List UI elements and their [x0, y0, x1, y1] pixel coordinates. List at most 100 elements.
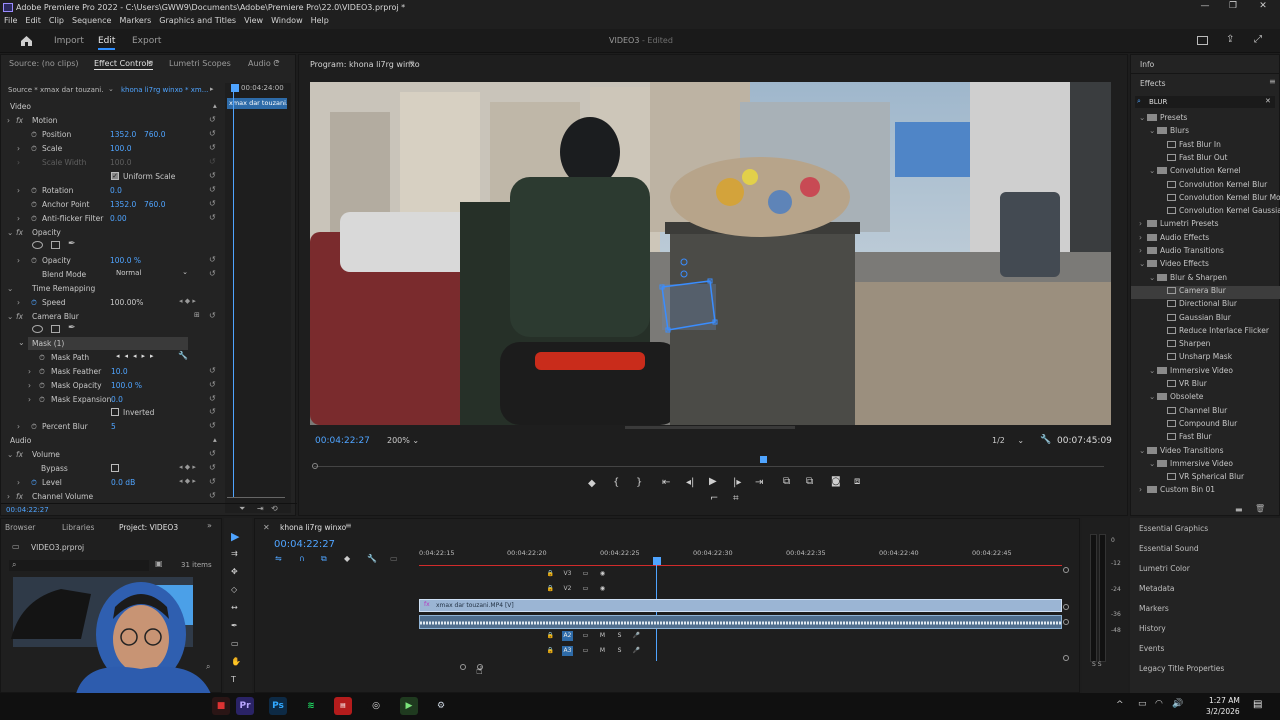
anchor-y-value[interactable]: 760.0 [144, 200, 165, 209]
solo-icon[interactable]: S [614, 631, 625, 641]
effects-tree-item[interactable]: Sharpen [1131, 339, 1280, 352]
lock-icon[interactable]: 🔒 [545, 569, 556, 579]
timeline-settings-icon[interactable]: 🔧 [367, 554, 377, 563]
program-timecode[interactable]: 00:04:22:27 [315, 436, 370, 446]
level-twirl[interactable]: › [17, 478, 20, 487]
mask-twirl[interactable]: ⌄ [18, 338, 25, 347]
mask-path-overlay[interactable] [310, 82, 1111, 425]
effects-tree-item[interactable]: ⌄ Blurs [1131, 126, 1280, 139]
lock-icon[interactable]: 🔒 [545, 646, 556, 656]
home-icon[interactable] [20, 35, 33, 47]
tray-expand-icon[interactable]: ^ [1116, 700, 1124, 710]
sequence-clip-label[interactable]: khona li7rg winxo * xm... [121, 86, 208, 94]
twirl-icon[interactable]: ⌄ [1139, 259, 1147, 268]
premiere-taskbar-icon[interactable]: Pr [236, 697, 254, 715]
add-marker-timeline-icon[interactable]: ◆ [344, 554, 350, 563]
minimize-icon[interactable]: — [1190, 1, 1220, 14]
effects-tree-item[interactable]: Compound Blur [1131, 419, 1280, 432]
effects-tree-item[interactable]: ⌄ Immersive Video [1131, 366, 1280, 379]
type-tool-icon[interactable]: T [231, 675, 236, 684]
steam-taskbar-icon[interactable]: ⚙ [432, 697, 450, 715]
solo-icon[interactable]: S [614, 646, 625, 656]
rect-mask-icon[interactable] [51, 325, 60, 333]
panel-layout-icon[interactable] [1197, 36, 1208, 45]
taskbar-date[interactable]: 3/2/2026 [1206, 707, 1240, 716]
effects-tree-item[interactable]: ⌄ Immersive Video [1131, 459, 1280, 472]
effects-tree-item[interactable]: Camera Blur [1131, 285, 1280, 299]
time-remap-label[interactable]: Time Remapping [32, 284, 95, 293]
play-icon[interactable]: ▶ [709, 476, 717, 487]
mask-opacity-value[interactable]: 100.0 % [111, 381, 142, 390]
panel-events[interactable]: Events [1139, 644, 1164, 653]
panel-lumetri-color[interactable]: Lumetri Color [1139, 564, 1190, 573]
ec-audio-collapse-icon[interactable]: ▴ [213, 435, 217, 444]
mask-opacity-stopwatch-icon[interactable]: ⏱ [39, 381, 45, 391]
ripple-edit-tool-icon[interactable]: ✥ [231, 567, 238, 576]
pen-tool-icon[interactable]: ✒ [231, 621, 238, 630]
menu-markers[interactable]: Markers [115, 15, 155, 26]
level-value[interactable]: 0.0 dB [111, 478, 135, 487]
effects-tree-item[interactable]: ⌄ Video Effects [1131, 259, 1280, 272]
go-to-out-icon[interactable]: ⇥ [755, 477, 763, 488]
track-end-handle[interactable] [1063, 604, 1069, 610]
effects-tree-item[interactable]: Fast Blur In [1131, 140, 1280, 153]
twirl-icon[interactable]: › [1139, 485, 1147, 494]
twirl-icon[interactable]: › [1139, 246, 1147, 255]
ec-motion-twirl[interactable]: › [7, 116, 10, 125]
reset-level-icon[interactable]: ↺ [209, 477, 216, 486]
export-frame-icon[interactable]: ◙ [831, 476, 841, 487]
program-scroll-bar[interactable] [625, 426, 795, 429]
trim-icon[interactable]: ⌐ [710, 493, 718, 504]
volume-label[interactable]: Volume [32, 450, 60, 459]
mask-expansion-stopwatch-icon[interactable]: ⏱ [39, 395, 45, 405]
mask-opacity-twirl[interactable]: › [28, 381, 31, 390]
panel-metadata[interactable]: Metadata [1139, 584, 1175, 593]
twirl-icon[interactable]: ⌄ [1139, 113, 1147, 122]
effects-tree-item[interactable]: ⌄ Presets [1131, 113, 1280, 126]
eye-icon[interactable]: ◉ [597, 569, 608, 579]
panel-menu-icon[interactable]: ≡ [147, 58, 154, 67]
sync-lock-icon[interactable]: ▭ [580, 646, 591, 656]
taskbar-app-icon[interactable]: ■ [212, 697, 230, 715]
timeline-zoom-left-handle[interactable] [460, 664, 466, 670]
rotation-stopwatch-icon[interactable]: ⏱ [31, 186, 37, 196]
reset-mask-opacity-icon[interactable]: ↺ [209, 380, 216, 389]
spotify-taskbar-icon[interactable]: ≋ [302, 697, 320, 715]
speed-value[interactable]: 100.00% [110, 298, 143, 307]
reset-anchor-icon[interactable]: ↺ [209, 199, 216, 208]
source-clip-label[interactable]: Source * xmax dar touzani. [8, 86, 103, 94]
effects-tree-item[interactable]: ⌄ Convolution Kernel [1131, 166, 1280, 179]
wifi-icon[interactable]: ◠ [1155, 699, 1163, 709]
reset-blend-icon[interactable]: ↺ [209, 269, 216, 278]
reset-uniform-icon[interactable]: ↺ [209, 171, 216, 180]
quality-dropdown[interactable]: 1/2 ⌄ [992, 436, 1024, 445]
inverted-checkbox[interactable] [111, 408, 119, 416]
timeline-tab[interactable]: khona li7rg winxo [280, 523, 346, 532]
clear-search-icon[interactable]: ✕ [1265, 97, 1271, 105]
percent-blur-stopwatch-icon[interactable]: ⏱ [31, 422, 37, 432]
percent-blur-twirl[interactable]: › [17, 422, 20, 431]
mark-in-icon[interactable]: { [613, 477, 619, 488]
lock-icon[interactable]: 🔒 [545, 584, 556, 594]
effects-tree-item[interactable]: › Audio Effects [1131, 233, 1280, 246]
keyframe-nav-icon[interactable]: ◂ ◆ ▸ [179, 297, 196, 305]
scale-stopwatch-icon[interactable]: ⏱ [31, 144, 37, 154]
effects-tree-item[interactable]: ⌄ Blur & Sharpen [1131, 273, 1280, 286]
mask-track-controls[interactable]: ◂◂◂▸▸ [116, 352, 159, 360]
chrome-taskbar-icon[interactable]: ◎ [367, 697, 385, 715]
anchor-stopwatch-icon[interactable]: ⏱ [31, 200, 37, 210]
filter-icon[interactable]: ⏷ [239, 504, 245, 514]
effects-tree-item[interactable]: ⌄ Video Transitions [1131, 446, 1280, 459]
eye-icon[interactable]: ◉ [597, 584, 608, 594]
tab-effect-controls[interactable]: Effect Controls [94, 59, 153, 70]
effects-tree-item[interactable]: Convolution Kernel Blur Mo [1131, 193, 1280, 206]
effects-tree-item[interactable]: Convolution Kernel Blur [1131, 180, 1280, 193]
track-select-tool-icon[interactable]: ⇉ [231, 549, 238, 558]
reset-bypass-icon[interactable]: ↺ [209, 463, 216, 472]
menu-help[interactable]: Help [307, 15, 333, 26]
menu-view[interactable]: View [240, 15, 267, 26]
reset-mask-feather-icon[interactable]: ↺ [209, 366, 216, 375]
menu-window[interactable]: Window [267, 15, 307, 26]
reset-mask-expansion-icon[interactable]: ↺ [209, 394, 216, 403]
ellipse-mask-icon[interactable] [32, 325, 43, 333]
